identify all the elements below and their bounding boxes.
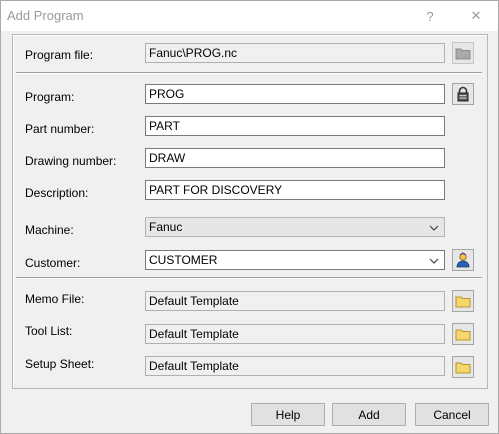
customer-icon	[456, 252, 470, 268]
add-button[interactable]: Add	[332, 403, 406, 426]
browse-memo-file-button[interactable]	[452, 290, 474, 312]
setup-sheet-label: Setup Sheet:	[25, 357, 95, 371]
browse-program-file-button	[452, 42, 474, 64]
program-input[interactable]: PROG	[145, 84, 445, 104]
help-button[interactable]: Help	[251, 403, 325, 426]
cancel-button[interactable]: Cancel	[415, 403, 489, 426]
folder-icon	[455, 48, 471, 60]
part-number-input[interactable]: PART	[145, 116, 445, 136]
customer-button[interactable]	[452, 249, 474, 271]
program-file-label: Program file:	[25, 48, 94, 62]
tool-list-label: Tool List:	[25, 324, 73, 338]
memo-file-label: Memo File:	[25, 292, 85, 306]
browse-setup-sheet-button[interactable]	[452, 356, 474, 378]
customer-select[interactable]: CUSTOMER	[145, 250, 445, 270]
tool-list-field: Default Template	[145, 324, 445, 344]
help-title-button[interactable]: ?	[407, 1, 453, 31]
browse-tool-list-button[interactable]	[452, 323, 474, 345]
folder-icon	[455, 362, 471, 374]
close-button[interactable]: ✕	[453, 1, 499, 31]
lock-button[interactable]	[452, 83, 474, 105]
machine-value: Fanuc	[149, 220, 183, 234]
drawing-number-input[interactable]: DRAW	[145, 148, 445, 168]
memo-file-field: Default Template	[145, 291, 445, 311]
description-label: Description:	[25, 186, 89, 200]
program-label: Program:	[25, 90, 75, 104]
folder-icon	[455, 329, 471, 341]
lock-icon	[457, 86, 469, 102]
folder-icon	[455, 296, 471, 308]
description-input[interactable]: PART FOR DISCOVERY	[145, 180, 445, 200]
dialog-title: Add Program	[7, 8, 84, 23]
chevron-down-icon	[429, 253, 439, 269]
chevron-down-icon	[429, 220, 439, 236]
separator	[16, 72, 482, 74]
setup-sheet-field: Default Template	[145, 356, 445, 376]
customer-value: CUSTOMER	[149, 253, 218, 267]
program-file-field: Fanuc\PROG.nc	[145, 43, 445, 63]
machine-select[interactable]: Fanuc	[145, 217, 445, 237]
part-number-label: Part number:	[25, 122, 95, 136]
customer-label: Customer:	[25, 256, 81, 270]
title-bar: Add Program ? ✕	[1, 1, 498, 31]
drawing-number-label: Drawing number:	[25, 154, 117, 168]
separator	[16, 277, 482, 279]
machine-label: Machine:	[25, 223, 74, 237]
